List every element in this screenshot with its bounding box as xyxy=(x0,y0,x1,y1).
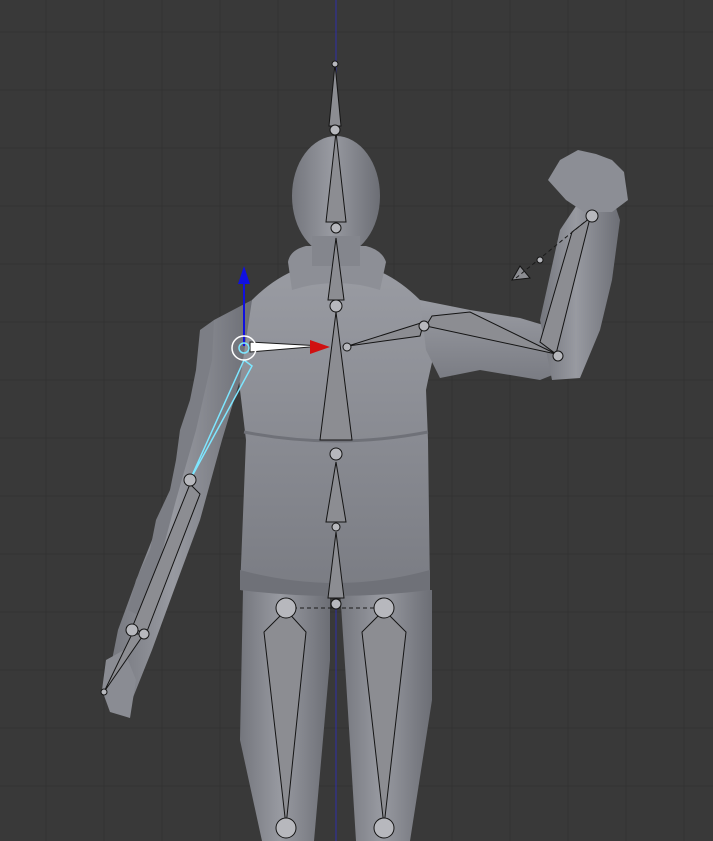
y-axis-arrow-icon[interactable] xyxy=(238,266,250,284)
bone-hand-ik-r[interactable] xyxy=(511,265,531,281)
3d-viewport[interactable] xyxy=(0,0,713,841)
character-mesh[interactable] xyxy=(102,136,628,841)
hand-right xyxy=(548,150,628,212)
bone-head[interactable] xyxy=(328,63,342,127)
